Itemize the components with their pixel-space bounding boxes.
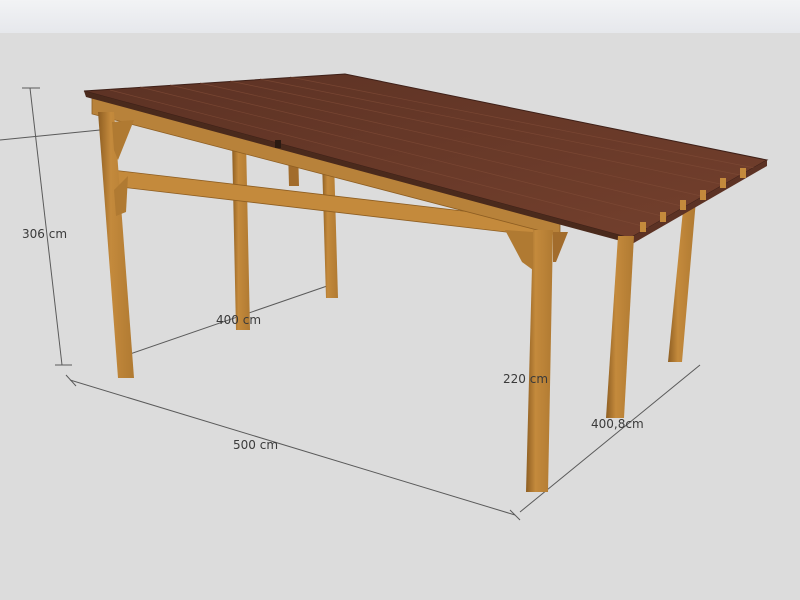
back-post-right xyxy=(668,200,696,362)
length-label: 500 cm xyxy=(233,438,278,452)
back-post-left xyxy=(232,140,250,330)
back-post-middle xyxy=(322,160,338,298)
inner-depth-label: 400 cm xyxy=(216,313,261,327)
carport-model: 306 cm 400 cm 500 cm 220 cm 400,8cm xyxy=(0,73,769,521)
front-right-side-post xyxy=(606,236,634,418)
post-height-label: 220 cm xyxy=(503,372,548,386)
roof-joint-marker xyxy=(275,140,281,148)
front-left-post-group xyxy=(98,112,134,378)
right-knee-brace-side xyxy=(553,232,568,262)
height-total-label: 306 cm xyxy=(22,227,67,241)
right-knee-brace xyxy=(505,230,533,270)
front-right-posts xyxy=(505,230,634,492)
depth-label: 400,8cm xyxy=(591,417,644,431)
length-dimension-line xyxy=(69,379,516,516)
front-right-post xyxy=(526,230,553,492)
